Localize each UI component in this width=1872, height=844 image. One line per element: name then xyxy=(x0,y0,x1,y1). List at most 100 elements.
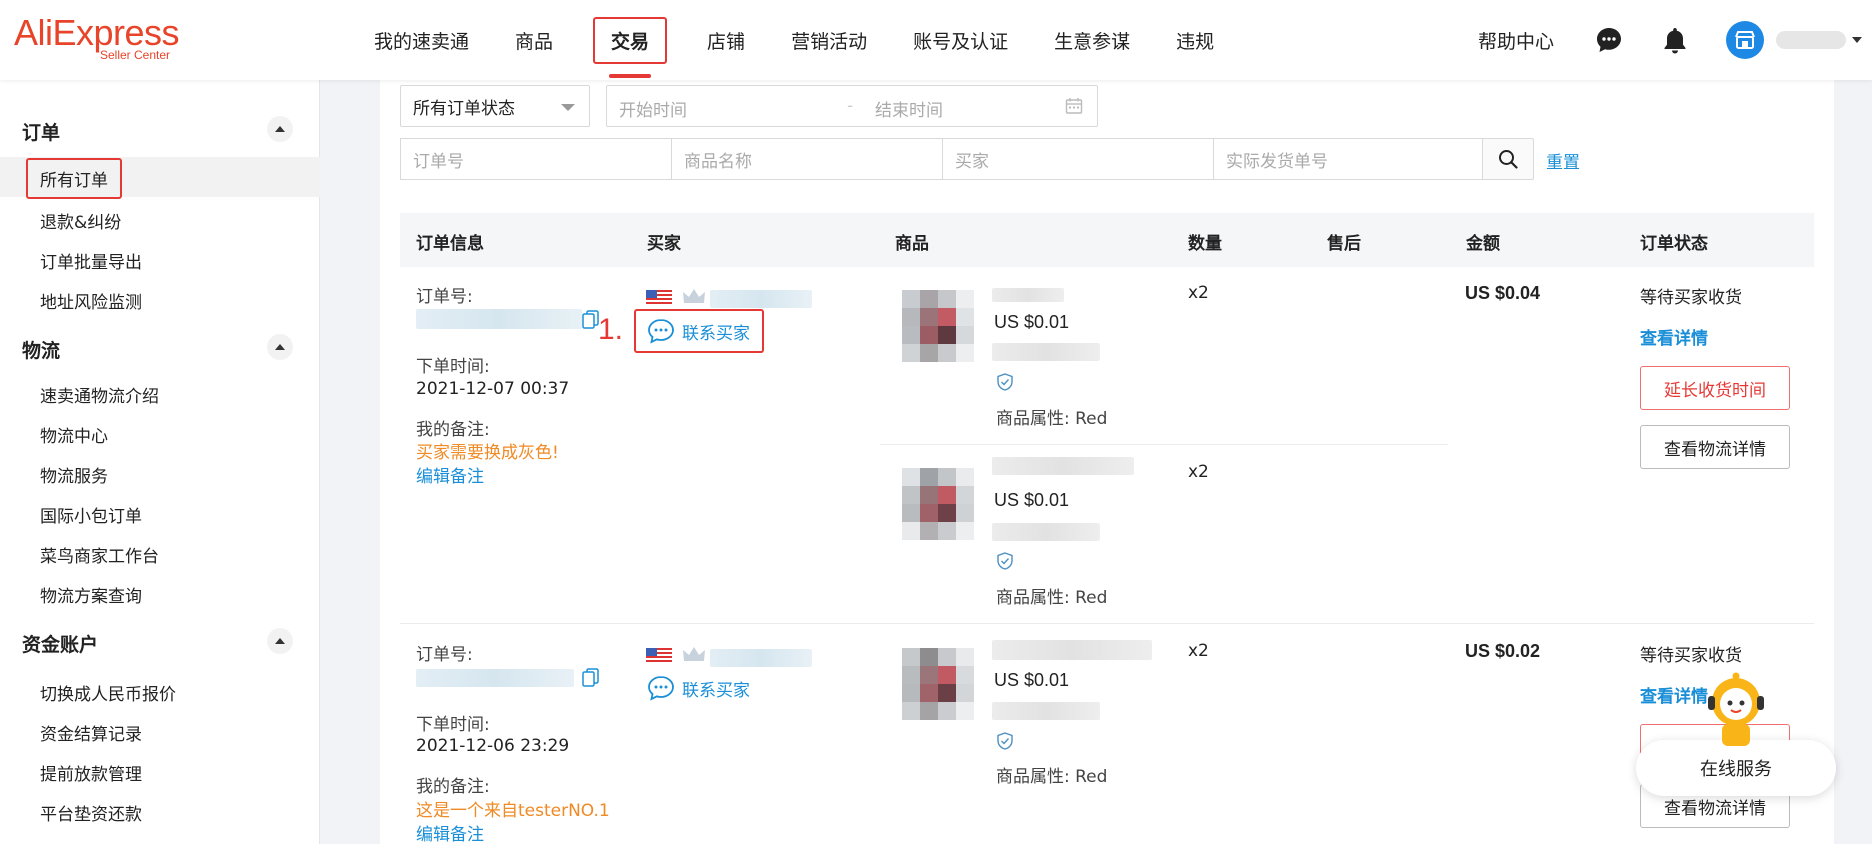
product-name-input[interactable]: 商品名称 xyxy=(671,138,943,180)
product-price: US $0.01 xyxy=(994,312,1070,332)
online-service-label: 在线服务 xyxy=(1700,759,1772,780)
contact-buyer-button[interactable]: 联系买家 xyxy=(646,674,750,702)
sidebar-section-orders[interactable]: 订单 xyxy=(22,118,60,145)
product-price: US $0.01 xyxy=(994,670,1070,690)
nav-business-advisor[interactable]: 生意参谋 xyxy=(1048,19,1136,62)
logo-subtitle: Seller Center xyxy=(100,48,171,62)
order-time-label: 下单时间: xyxy=(416,715,490,735)
order-no-blurred[interactable] xyxy=(416,669,574,687)
us-flag-icon xyxy=(646,648,672,664)
order-time-label: 下单时间: xyxy=(416,357,490,377)
view-detail-link[interactable]: 查看详情 xyxy=(1640,682,1708,707)
sidebar-section-funds[interactable]: 资金账户 xyxy=(22,630,98,657)
tracking-no-input[interactable]: 实际发货单号 xyxy=(1213,138,1483,180)
contact-buyer-button[interactable]: 联系买家 xyxy=(634,309,764,353)
product-attribute: 商品属性: Red xyxy=(996,409,1108,429)
nav-trade[interactable]: 交易 xyxy=(593,16,668,78)
contact-buyer-label: 联系买家 xyxy=(682,323,750,344)
order-time: 2021-12-06 23:29 xyxy=(416,736,570,756)
buyer-input[interactable]: 买家 xyxy=(942,138,1214,180)
product-title-blurred[interactable] xyxy=(992,640,1152,660)
product-thumbnail[interactable] xyxy=(902,468,974,540)
aliexpress-logo[interactable]: AliExpress Seller Center xyxy=(14,14,180,63)
crown-icon xyxy=(683,647,705,661)
sidebar-item-address-risk[interactable]: 地址风险监测 xyxy=(40,288,142,313)
sidebar-section-logistics[interactable]: 物流 xyxy=(22,336,60,363)
main-nav: 我的速卖通 商品 交易 店铺 营销活动 账号及认证 生意参谋 违规 xyxy=(368,0,1254,80)
copy-icon[interactable] xyxy=(582,668,600,688)
reset-link[interactable]: 重置 xyxy=(1546,148,1580,173)
bell-icon[interactable] xyxy=(1660,25,1690,55)
product-title-blurred[interactable] xyxy=(992,288,1064,302)
my-note: 这是一个来自testerNO.1 xyxy=(416,801,610,821)
date-separator: - xyxy=(847,96,854,116)
sidebar-item-intl-parcel[interactable]: 国际小包订单 xyxy=(40,502,142,527)
sidebar-item-logistics-center[interactable]: 物流中心 xyxy=(40,422,108,447)
nav-products[interactable]: 商品 xyxy=(509,19,559,62)
sidebar-item-batch-export[interactable]: 订单批量导出 xyxy=(40,248,142,273)
col-after-sales: 售后 xyxy=(1327,234,1361,254)
shield-check-icon xyxy=(997,732,1013,750)
buyer-name-blurred[interactable] xyxy=(710,290,812,308)
order-amount: US $0.02 xyxy=(1465,641,1541,661)
account-name-blurred[interactable] xyxy=(1776,31,1846,49)
sidebar-item-logistics-plan[interactable]: 物流方案查询 xyxy=(40,582,142,607)
buyer-name-blurred[interactable] xyxy=(710,649,812,667)
product-attribute: 商品属性: Red xyxy=(996,767,1108,787)
edit-note-link[interactable]: 编辑备注 xyxy=(416,462,484,487)
sidebar-item-refunds[interactable]: 退款&纠纷 xyxy=(40,208,121,233)
product-thumbnail[interactable] xyxy=(902,290,974,362)
product-attribute: 商品属性: Red xyxy=(996,588,1108,608)
product-sku-blurred xyxy=(992,343,1100,361)
order-no-label: 订单号: xyxy=(416,287,473,307)
sidebar-item-rmb-quote[interactable]: 切换成人民币报价 xyxy=(40,680,176,705)
sidebar-item-early-release[interactable]: 提前放款管理 xyxy=(40,760,142,785)
product-title-blurred[interactable] xyxy=(992,457,1134,475)
search-button[interactable] xyxy=(1482,138,1534,180)
sidebar-item-cainiao[interactable]: 菜鸟商家工作台 xyxy=(40,542,159,567)
nav-store[interactable]: 店铺 xyxy=(701,19,751,62)
view-logistics-button[interactable]: 查看物流详情 xyxy=(1640,425,1790,469)
sidebar-item-all-orders[interactable]: 所有订单 xyxy=(26,158,122,199)
shield-check-icon xyxy=(997,552,1013,570)
chevron-down-icon[interactable] xyxy=(1852,37,1862,43)
item-divider xyxy=(880,444,1448,445)
search-icon xyxy=(1499,150,1518,169)
col-buyer: 买家 xyxy=(647,234,681,254)
store-icon[interactable] xyxy=(1726,21,1764,59)
order-status: 等待买家收货 xyxy=(1640,288,1742,308)
nav-account[interactable]: 账号及认证 xyxy=(907,19,1014,62)
crown-icon xyxy=(683,289,705,303)
order-status-select[interactable]: 所有订单状态 xyxy=(400,85,590,127)
product-price: US $0.01 xyxy=(994,490,1070,510)
sidebar-item-settlement[interactable]: 资金结算记录 xyxy=(40,720,142,745)
collapse-funds-icon[interactable] xyxy=(267,628,293,654)
edit-note-link[interactable]: 编辑备注 xyxy=(416,820,484,844)
product-thumbnail[interactable] xyxy=(902,648,974,720)
col-amount: 金额 xyxy=(1466,234,1500,254)
chat-icon[interactable] xyxy=(1594,25,1624,55)
order-no-input[interactable]: 订单号 xyxy=(400,138,672,180)
nav-my-aliexpress[interactable]: 我的速卖通 xyxy=(368,19,475,62)
order-no-blurred[interactable] xyxy=(416,309,582,329)
col-order-status: 订单状态 xyxy=(1640,234,1708,254)
help-center-link[interactable]: 帮助中心 xyxy=(1478,27,1554,54)
collapse-orders-icon[interactable] xyxy=(267,116,293,142)
product-sku-blurred xyxy=(992,523,1100,541)
calendar-icon xyxy=(1065,97,1083,120)
order-status-value: 所有订单状态 xyxy=(413,98,515,119)
step-annotation: 1. xyxy=(598,313,624,346)
product-quantity: x2 xyxy=(1188,641,1209,661)
nav-marketing[interactable]: 营销活动 xyxy=(785,19,873,62)
product-quantity: x2 xyxy=(1188,283,1209,303)
chat-bubble-icon xyxy=(648,676,674,701)
extend-receipt-button[interactable]: 延长收货时间 xyxy=(1640,366,1790,410)
date-range-picker[interactable]: 开始时间 - 结束时间 xyxy=(606,85,1098,127)
sidebar-item-logistics-service[interactable]: 物流服务 xyxy=(40,462,108,487)
robot-mascot-icon[interactable] xyxy=(1700,672,1772,752)
view-detail-link[interactable]: 查看详情 xyxy=(1640,324,1708,349)
sidebar-item-advance-repay[interactable]: 平台垫资还款 xyxy=(40,800,142,825)
sidebar-item-logistics-intro[interactable]: 速卖通物流介绍 xyxy=(40,382,159,407)
collapse-logistics-icon[interactable] xyxy=(267,334,293,360)
nav-violations[interactable]: 违规 xyxy=(1170,19,1220,62)
